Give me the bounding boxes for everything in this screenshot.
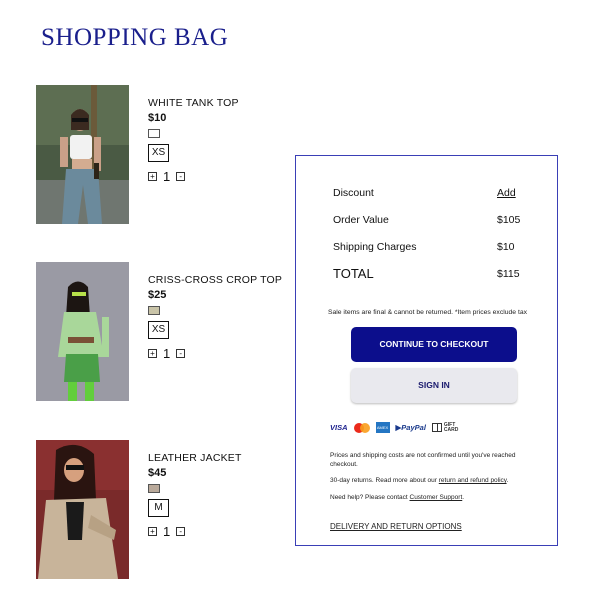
quantity-value: 1	[163, 346, 171, 361]
product-image[interactable]	[36, 262, 129, 401]
sale-note: Sale items are final & cannot be returne…	[327, 309, 528, 316]
visa-icon: VISA	[330, 423, 348, 432]
paypal-icon: ▶PayPal	[395, 423, 426, 432]
decrease-quantity-button[interactable]: -	[176, 527, 186, 536]
increase-quantity-button[interactable]: +	[148, 527, 157, 536]
color-swatch[interactable]	[148, 306, 160, 315]
size-selector[interactable]: XS	[148, 321, 169, 339]
shipping-label: Shipping Charges	[333, 241, 417, 253]
color-swatch[interactable]	[148, 129, 160, 138]
order-value-amount: $105	[497, 214, 521, 226]
mastercard-icon	[353, 422, 370, 433]
increase-quantity-button[interactable]: +	[148, 349, 157, 358]
product-image[interactable]	[36, 440, 129, 579]
quantity-stepper: + 1 -	[148, 525, 288, 538]
gift-card-icon: GIFT CARD	[431, 422, 458, 433]
product-price: $10	[148, 112, 167, 124]
total-amount: $115	[497, 268, 520, 280]
order-summary-panel: Discount Add Order Value $105 Shipping C…	[295, 155, 558, 546]
product-name[interactable]: CRISS-CROSS CROP TOP	[148, 274, 288, 286]
customer-support-link[interactable]: Customer Support	[410, 494, 463, 501]
decrease-quantity-button[interactable]: -	[176, 172, 186, 181]
continue-to-checkout-button[interactable]: CONTINUE TO CHECKOUT	[351, 327, 517, 362]
pricing-info-text: Prices and shipping costs are not confir…	[330, 452, 516, 468]
decrease-quantity-button[interactable]: -	[176, 349, 186, 358]
payment-methods: VISA AMEX ▶PayPal GIFT CARD	[330, 422, 458, 433]
returns-info-text: 30-day returns. Read more about our retu…	[330, 477, 509, 484]
order-value-label: Order Value	[333, 214, 389, 226]
quantity-value: 1	[163, 524, 171, 539]
product-price: $45	[148, 467, 167, 479]
quantity-value: 1	[163, 169, 171, 184]
shipping-amount: $10	[497, 241, 515, 253]
amex-icon: AMEX	[375, 422, 390, 433]
add-discount-link[interactable]: Add	[497, 187, 516, 199]
size-selector[interactable]: M	[148, 499, 169, 517]
quantity-stepper: + 1 -	[148, 170, 288, 183]
refund-policy-link[interactable]: return and refund policy	[439, 477, 507, 484]
quantity-stepper: + 1 -	[148, 347, 288, 360]
product-price: $25	[148, 289, 167, 301]
product-name[interactable]: WHITE TANK TOP	[148, 97, 288, 109]
product-name[interactable]: LEATHER JACKET	[148, 452, 288, 464]
color-swatch[interactable]	[148, 484, 160, 493]
help-info-text: Need help? Please contact Customer Suppo…	[330, 494, 465, 501]
size-selector[interactable]: XS	[148, 144, 169, 162]
page-title: SHOPPING BAG	[41, 24, 229, 51]
increase-quantity-button[interactable]: +	[148, 172, 157, 181]
sign-in-button[interactable]: SIGN IN	[351, 368, 517, 403]
discount-label: Discount	[333, 187, 374, 199]
total-label: TOTAL	[333, 266, 374, 281]
product-image[interactable]	[36, 85, 129, 224]
delivery-return-options-link[interactable]: DELIVERY AND RETURN OPTIONS	[330, 522, 462, 531]
